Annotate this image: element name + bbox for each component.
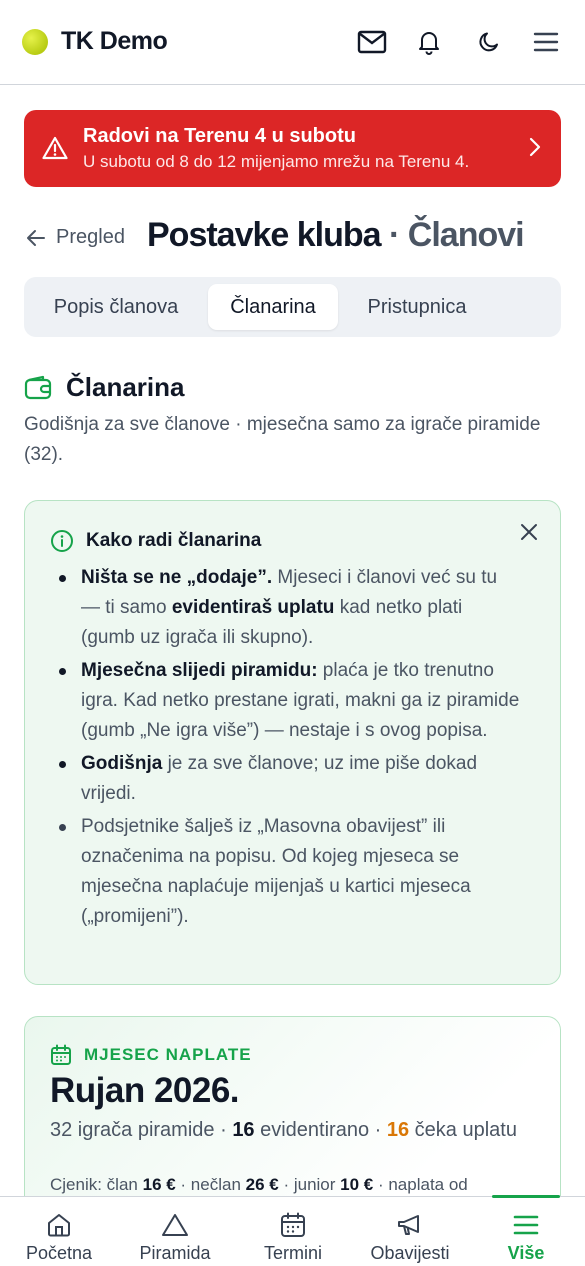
back-link[interactable]: Pregled [26, 226, 125, 249]
info-item: Godišnja je za sve članove; uz ime piše … [59, 749, 521, 809]
page-title-main: Postavke kluba [147, 216, 382, 254]
moon-icon[interactable] [473, 26, 505, 58]
alert-subtitle: U subotu od 8 do 12 mijenjamo mrežu na T… [83, 152, 470, 171]
membership-description: Godišnja za sve članove · mjesečna samo … [24, 414, 541, 465]
info-card-header: Kako radi članarina [50, 529, 261, 553]
nav-label: Termini [263, 1243, 322, 1263]
info-list: Ništa se ne „dodaje”. Mjeseci i članovi … [59, 563, 521, 935]
close-icon[interactable] [518, 521, 540, 543]
billing-month-label-text: MJESEC NAPLATE [84, 1045, 252, 1064]
tab-pristupnica[interactable]: Pristupnica [346, 284, 488, 330]
nav-item-vise[interactable]: Više [486, 1197, 566, 1266]
info-card-title: Kako radi članarina [86, 530, 262, 551]
info-item: Ništa se ne „dodaje”. Mjeseci i članovi … [59, 563, 521, 653]
nav-label: Piramida [139, 1243, 211, 1263]
bottom-nav: Početna Piramida Termini Obavijesti Više [0, 1195, 585, 1266]
info-card: Kako radi članarina Ništa se ne „dodaje”… [24, 500, 561, 985]
arrow-left-icon [27, 229, 45, 246]
info-item-text: Podsjetnike šalješ iz „Masovna obavijest… [81, 816, 471, 927]
megaphone-icon [396, 1211, 424, 1239]
price-nonmember: 26 € [245, 1175, 279, 1194]
alert-banner[interactable]: Radovi na Terenu 4 u subotu U subotu od … [24, 110, 561, 187]
stats-waiting-text: čeka uplatu [409, 1119, 517, 1141]
menu-icon [513, 1211, 539, 1239]
billing-month-title: Rujan 2026. [50, 1071, 240, 1110]
mail-icon[interactable] [356, 26, 388, 58]
wallet-icon [24, 375, 52, 399]
membership-heading: Članarina [24, 372, 185, 403]
brand[interactable]: TK Demo [22, 27, 168, 56]
page-title-separator: · [380, 216, 408, 254]
stats-players: 32 igrača piramide · [50, 1119, 233, 1141]
warning-icon [42, 136, 68, 165]
info-item-bold: Ništa se ne „dodaje”. [81, 567, 273, 588]
price-list: Cjenik: član 16 € · nečlan 26 € · junior… [50, 1175, 468, 1195]
price-sep: · nečlan [175, 1175, 246, 1194]
price-junior: 10 € [340, 1175, 374, 1194]
alert-title: Radovi na Terenu 4 u subotu [83, 125, 356, 147]
nav-item-obavijesti[interactable]: Obavijesti [362, 1197, 458, 1266]
tab-bar: Popis članova Članarina Pristupnica [24, 277, 561, 337]
top-bar: TK Demo [0, 0, 585, 85]
stats-recorded-count: 16 [232, 1119, 255, 1141]
info-item-bold: Mjesečna slijedi piramidu: [81, 660, 318, 681]
stats-waiting-count: 16 [386, 1119, 410, 1141]
page-title: Postavke kluba · Članovi [147, 216, 525, 255]
tab-popis-clanova[interactable]: Popis članova [32, 284, 200, 330]
price-member: 16 € [142, 1175, 176, 1194]
stats-recorded-text: evidentirano · [254, 1119, 387, 1141]
page-title-section: Članovi [407, 216, 525, 254]
info-item-bold: evidentiraš uplatu [171, 597, 335, 618]
nav-item-pocetna[interactable]: Početna [14, 1197, 104, 1266]
nav-item-termini[interactable]: Termini [248, 1197, 338, 1266]
nav-label: Više [507, 1243, 545, 1263]
tab-clanarina[interactable]: Članarina [208, 284, 338, 330]
tennis-ball-logo-icon [22, 28, 48, 55]
back-label: Pregled [56, 226, 125, 248]
app-name: TK Demo [61, 27, 168, 55]
nav-label: Početna [25, 1243, 93, 1263]
info-item: Podsjetnike šalješ iz „Masovna obavijest… [59, 812, 521, 932]
info-icon [51, 530, 73, 552]
nav-item-piramida[interactable]: Piramida [130, 1197, 220, 1266]
info-item: Mjesečna slijedi piramidu: plaća je tko … [59, 656, 521, 746]
chevron-right-icon [529, 137, 541, 162]
hamburger-menu-icon[interactable] [530, 26, 562, 58]
price-label: Cjenik: član [50, 1175, 143, 1194]
billing-month-label: MJESEC NAPLATE [50, 1044, 252, 1066]
calendar-icon [280, 1211, 306, 1239]
home-icon [46, 1211, 72, 1239]
billing-month-stats: 32 igrača piramide · 16 evidentirano · 1… [50, 1115, 530, 1145]
calendar-icon [51, 1044, 71, 1065]
info-item-bold: Godišnja [81, 753, 163, 774]
bell-icon[interactable] [413, 26, 445, 58]
nav-label: Obavijesti [370, 1243, 450, 1263]
price-tail: · naplata od [373, 1175, 468, 1194]
membership-title: Članarina [66, 372, 185, 402]
triangle-icon [161, 1211, 189, 1239]
price-sep: · junior [278, 1175, 341, 1194]
